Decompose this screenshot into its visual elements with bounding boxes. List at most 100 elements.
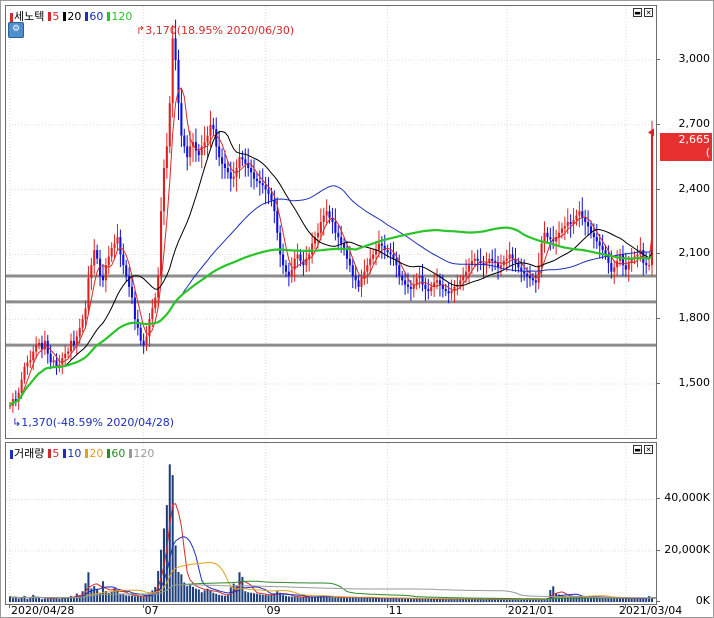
candle-body [186, 146, 189, 158]
candle-body [645, 263, 648, 266]
vma-5-line [9, 503, 656, 600]
volume-bar [314, 596, 317, 602]
candle-body [168, 103, 171, 147]
price-tick-mark [656, 123, 660, 125]
volume-bar [142, 597, 145, 602]
date-tick-mark [505, 604, 507, 608]
price-legend: 세노텍 5 20 60 120 [10, 8, 132, 24]
volume-bar [372, 598, 375, 602]
candle-body [43, 340, 46, 350]
volume-bar [218, 594, 221, 602]
vma-20-legend: 20 [85, 447, 103, 460]
candle-body [392, 254, 395, 259]
volume-bar [113, 588, 116, 602]
candle-body [165, 146, 168, 168]
candle-body [595, 237, 598, 242]
price-tick-label: 2,700 [678, 116, 711, 130]
candle-body [549, 237, 552, 240]
candle-body [624, 265, 627, 270]
volume-bar [511, 599, 514, 602]
candle-body [348, 258, 351, 266]
volume-bar [186, 586, 189, 602]
volume-panel[interactable]: 거래량 5 10 20 60 120 ▬ ✕ [5, 442, 657, 605]
candle-body [84, 308, 87, 320]
volume-bar [293, 596, 296, 602]
candle-body [427, 288, 430, 292]
candle-body [404, 280, 407, 285]
price-tick-label: 1,800 [678, 311, 711, 325]
candle-body [87, 278, 90, 309]
candle-body [319, 222, 322, 233]
volume-bar [139, 596, 142, 602]
price-chart[interactable] [6, 6, 656, 438]
close-icon[interactable]: ✕ [644, 445, 653, 454]
volume-bar [499, 599, 502, 602]
volume-bar [619, 598, 622, 602]
current-price-tag: 2,665 ( 30.00%) [660, 133, 712, 172]
price-y-axis: 1,500 1,800 2,100 2,400 2,700 3,000 [656, 5, 712, 437]
volume-bar [650, 598, 654, 602]
volume-bar [537, 599, 540, 602]
candle-body [563, 226, 566, 229]
candle-body [450, 291, 453, 294]
vma-60-legend: 60 [107, 447, 125, 460]
volume-bar [125, 595, 128, 602]
candle-body [96, 250, 99, 259]
volume-bar [383, 598, 386, 602]
candle-body [444, 288, 447, 292]
candle-body [473, 258, 476, 261]
candle-body [337, 232, 340, 238]
volume-bar [386, 598, 389, 602]
high-arrow-icon: ↱ [136, 24, 146, 37]
candle-body [430, 286, 433, 292]
candle-body [171, 38, 174, 104]
candle-body [613, 267, 616, 272]
volume-bar [296, 597, 299, 602]
volume-bar [325, 596, 328, 602]
volume-bar [133, 596, 136, 602]
volume-bar [406, 598, 409, 602]
candle-body [578, 211, 581, 216]
candle-body [386, 250, 389, 253]
volume-bar [340, 597, 343, 602]
candle-body [465, 271, 468, 276]
candle-body [61, 358, 64, 365]
candle-body [107, 256, 110, 266]
minimize-icon[interactable]: ▬ [633, 8, 642, 17]
volume-bar [261, 594, 264, 602]
volume-bar [99, 592, 102, 602]
candle-body [345, 250, 349, 259]
candle-body [130, 286, 134, 298]
gear-icon[interactable]: ⚙ [8, 22, 24, 38]
candle-body [505, 258, 508, 261]
volume-chart[interactable] [6, 443, 656, 604]
candle-body [67, 351, 70, 354]
volume-bar [421, 598, 424, 602]
volume-bar [351, 597, 354, 602]
candle-body [462, 276, 465, 281]
volume-tick-mark [656, 601, 660, 602]
minimize-icon[interactable]: ▬ [633, 445, 642, 454]
candle-body [157, 276, 160, 298]
candle-body [72, 340, 75, 346]
volume-bar [462, 598, 465, 602]
candle-body [104, 265, 107, 281]
price-panel[interactable]: 세노텍 5 20 60 120 ⚙ ▬ ✕ ↱3,170(18.95% 2020… [5, 5, 657, 439]
candle-body [32, 351, 35, 361]
date-tick-mark [264, 604, 266, 608]
date-tick-mark [9, 604, 10, 608]
volume-bar [337, 597, 340, 602]
volume-bar [430, 598, 433, 602]
volume-bar [189, 584, 192, 602]
candle-body [627, 263, 630, 270]
candle-body [258, 180, 261, 184]
volume-bar [40, 599, 43, 602]
candle-body [421, 276, 424, 285]
price-tick-label: 3,000 [678, 52, 711, 65]
volume-bar [607, 598, 610, 602]
candle-body [316, 232, 319, 238]
close-icon[interactable]: ✕ [644, 8, 653, 17]
candle-body [189, 146, 192, 158]
volume-bar [223, 595, 226, 602]
volume-bar [287, 596, 290, 602]
